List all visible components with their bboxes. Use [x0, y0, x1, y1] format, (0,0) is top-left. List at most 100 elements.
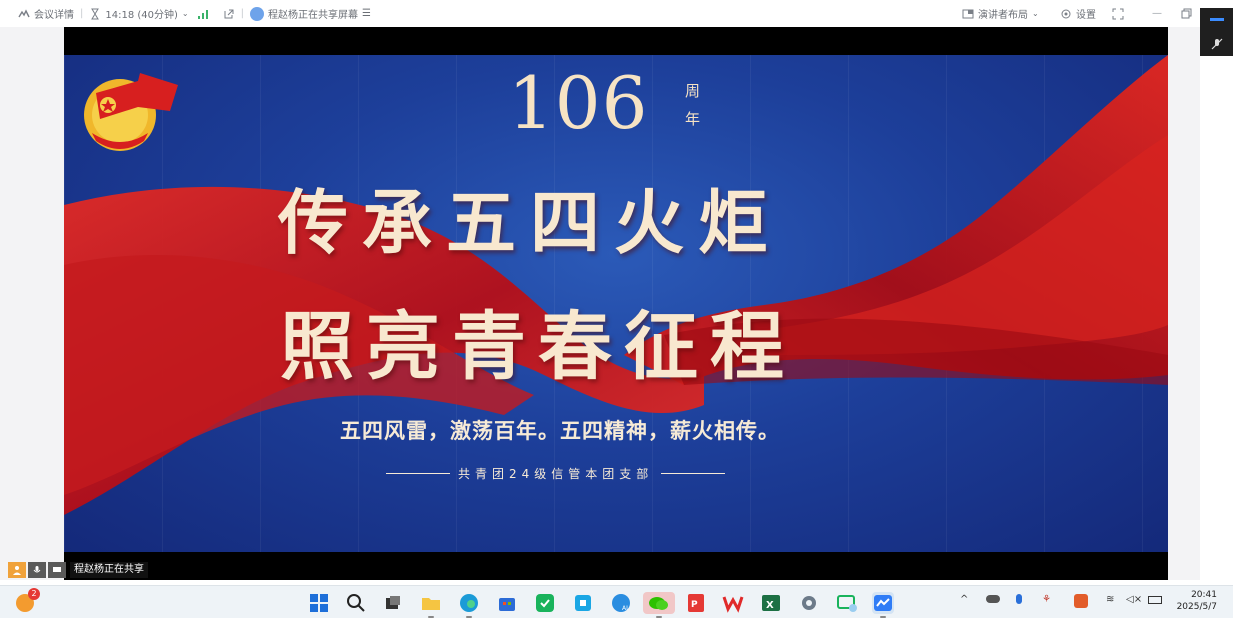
presenter-layout-label: 演讲者布局	[978, 10, 1028, 21]
folder-icon	[422, 598, 440, 610]
battery-icon[interactable]	[1148, 596, 1162, 604]
windows-icon	[310, 594, 328, 612]
file-explorer-button[interactable]	[420, 592, 442, 618]
signature-text: 共青团24级信管本团支部	[458, 467, 654, 481]
clock-time: 20:41	[1191, 590, 1217, 600]
duration-label: 14:18 (40分钟)	[105, 10, 178, 21]
popout-button[interactable]	[223, 0, 235, 27]
presenter-layout-button[interactable]: 演讲者布局 ⌄	[962, 0, 1039, 27]
excel-button[interactable]: X	[760, 592, 782, 614]
edge-icon	[460, 594, 478, 612]
chat-icon	[53, 567, 61, 572]
app-green-icon	[536, 594, 554, 612]
taskbar: 2 AI P X ^ ⚘ ≋ ◁× 20:41 2025/5/7	[0, 585, 1233, 618]
divider	[661, 473, 726, 474]
slide-subtitle: 五四风雷，激荡百年。五四精神，薪火相传。	[340, 419, 780, 443]
app-green-button[interactable]	[534, 592, 556, 614]
headline-line-2: 照亮青春征程	[280, 304, 796, 390]
remote-app-button[interactable]	[836, 592, 858, 614]
hourglass-icon	[91, 8, 100, 19]
divider: |	[240, 8, 244, 19]
svg-text:P: P	[691, 600, 698, 610]
clock-date: 2025/5/7	[1176, 602, 1217, 612]
sharing-bar: 程赵杨正在共享	[8, 562, 148, 578]
task-view-icon	[386, 596, 400, 609]
mic-muted-icon	[1211, 38, 1223, 50]
cloud-icon[interactable]	[986, 595, 1000, 603]
participant-button[interactable]	[8, 562, 26, 578]
settings-button[interactable]: 设置	[1060, 0, 1096, 27]
divider	[386, 473, 450, 474]
tray-overflow-button[interactable]: ^	[960, 594, 968, 605]
duration-button[interactable]: 14:18 (40分钟) ⌄	[89, 0, 189, 27]
meeting-toolbar: 会议详情 | 14:18 (40分钟) ⌄ | 程赵杨正在共享屏幕 ☰ 演讲者布…	[0, 0, 1233, 27]
slide-signature: 共青团24级信管本团支部	[386, 465, 726, 482]
gear-icon	[1061, 9, 1071, 18]
fullscreen-icon	[1112, 8, 1124, 19]
browser-ai-button[interactable]: AI	[610, 592, 632, 614]
app-cube-icon	[575, 595, 591, 611]
restore-button[interactable]	[1180, 0, 1192, 27]
sharing-status-label: 程赵杨正在共享屏幕	[267, 10, 358, 21]
volume-muted-icon[interactable]: ◁×	[1126, 594, 1142, 605]
signal-strength-icon	[197, 9, 208, 19]
chevron-down-icon: ⌄	[181, 9, 189, 18]
shared-screen: 106 周 年 传承五四火炬 照亮青春征程 五四风雷，激荡百年。五四精神，薪火相…	[64, 27, 1168, 580]
search-icon	[347, 594, 365, 612]
store-icon	[499, 598, 515, 611]
meeting-icon	[874, 595, 892, 611]
search-button[interactable]	[345, 592, 367, 614]
menu-icon: ☰	[361, 8, 371, 19]
sogou-icon[interactable]	[1074, 594, 1088, 608]
anniversary-suffix-1: 周	[685, 82, 701, 100]
screen-share-icon	[249, 6, 264, 21]
settings-app-button[interactable]	[798, 592, 820, 614]
task-view-button[interactable]	[382, 592, 404, 614]
slide: 106 周 年 传承五四火炬 照亮青春征程 五四风雷，激荡百年。五四精神，薪火相…	[64, 55, 1168, 552]
fullscreen-button[interactable]	[1112, 0, 1124, 27]
mic-tray-icon[interactable]	[1016, 594, 1022, 604]
weather-widget[interactable]: 2	[16, 588, 40, 614]
wechat-button[interactable]	[643, 592, 675, 618]
start-button[interactable]	[308, 592, 330, 614]
right-margin	[1168, 27, 1200, 580]
restore-icon	[1181, 8, 1192, 18]
edge-button[interactable]	[458, 592, 480, 618]
anniversary-suffix-2: 年	[685, 110, 701, 128]
meeting-logo-icon	[18, 8, 30, 17]
headline-line-1: 传承五四火炬	[278, 181, 782, 264]
user-icon	[13, 566, 21, 575]
chevron-down-icon: ⌄	[1032, 9, 1039, 18]
anniversary-suffix: 周 年	[685, 77, 705, 133]
divider: |	[80, 8, 84, 19]
system-clock[interactable]: 20:41 2025/5/7	[1175, 589, 1217, 613]
youth-league-emblem-icon	[84, 73, 178, 151]
input-method-icon[interactable]: ⚘	[1042, 594, 1051, 605]
meeting-app-button[interactable]	[872, 592, 894, 618]
app-cube-button[interactable]	[572, 592, 594, 614]
floating-control-window[interactable]	[1200, 8, 1233, 56]
mic-icon	[33, 566, 41, 573]
meeting-details-button[interactable]: 会议详情	[18, 0, 74, 27]
svg-text:X: X	[766, 600, 774, 611]
signal-button[interactable]	[197, 0, 209, 27]
wps-icon	[722, 596, 744, 613]
wechat-icon	[649, 597, 668, 610]
mic-button[interactable]	[28, 562, 46, 578]
chat-button[interactable]	[48, 562, 66, 578]
left-margin	[0, 27, 64, 580]
wifi-icon[interactable]: ≋	[1106, 594, 1114, 605]
wps-button[interactable]	[722, 592, 744, 614]
meeting-details-label: 会议详情	[34, 10, 74, 21]
notification-badge: 2	[28, 588, 40, 600]
svg-text:AI: AI	[622, 605, 628, 612]
minimize-button[interactable]: —	[1152, 0, 1162, 27]
excel-icon: X	[762, 595, 780, 611]
gear-icon	[802, 596, 816, 610]
external-link-icon	[224, 9, 234, 18]
layout-icon	[962, 9, 974, 18]
sharing-status[interactable]: 程赵杨正在共享屏幕 ☰	[249, 0, 371, 27]
settings-label: 设置	[1076, 10, 1096, 21]
store-button[interactable]	[496, 592, 518, 614]
pdf-button[interactable]: P	[685, 592, 707, 614]
